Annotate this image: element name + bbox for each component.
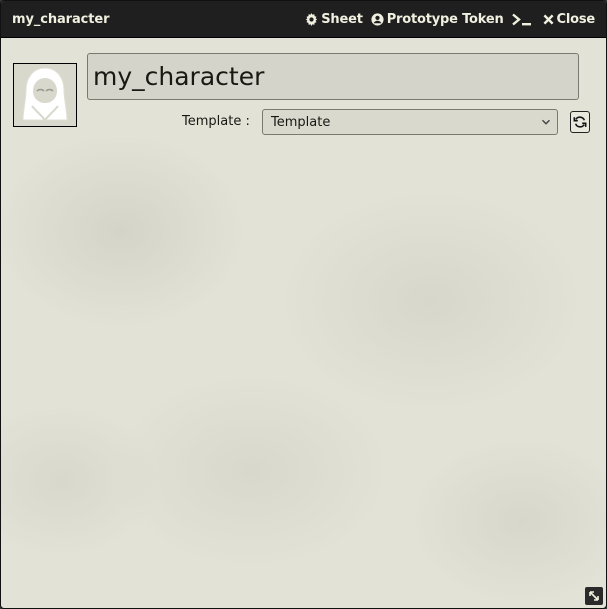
prototype-token-button[interactable]: Prototype Token — [371, 12, 504, 27]
close-button-label: Close — [556, 11, 596, 27]
prototype-token-button-label: Prototype Token — [386, 11, 504, 27]
chevron-down-icon — [542, 119, 550, 125]
refresh-icon — [573, 116, 587, 128]
header-controls: Sheet Prototype Token Close — [297, 12, 595, 27]
sheet-button-label: Sheet — [321, 11, 363, 27]
window-title: my_character — [12, 11, 110, 27]
gear-icon — [306, 12, 318, 26]
sheet-button[interactable]: Sheet — [305, 11, 363, 27]
hooded-figure-icon — [22, 67, 68, 122]
template-select[interactable]: Template — [262, 109, 558, 135]
terminal-icon — [511, 13, 531, 25]
close-icon — [543, 14, 553, 24]
console-button[interactable] — [511, 13, 535, 26]
resize-icon — [589, 591, 599, 601]
user-circle-icon — [371, 12, 384, 26]
actor-portrait[interactable] — [13, 63, 77, 127]
actor-sheet-window: my_character Sheet Prototype Token Close… — [0, 0, 607, 609]
character-name-input[interactable] — [87, 53, 579, 100]
template-label: Template : — [182, 114, 250, 129]
close-button[interactable]: Close — [543, 12, 595, 27]
window-header[interactable]: my_character Sheet Prototype Token Close — [1, 1, 606, 38]
refresh-template-button[interactable] — [570, 111, 590, 133]
window-resize-handle[interactable] — [585, 587, 603, 605]
template-selected-value: Template — [271, 114, 331, 130]
